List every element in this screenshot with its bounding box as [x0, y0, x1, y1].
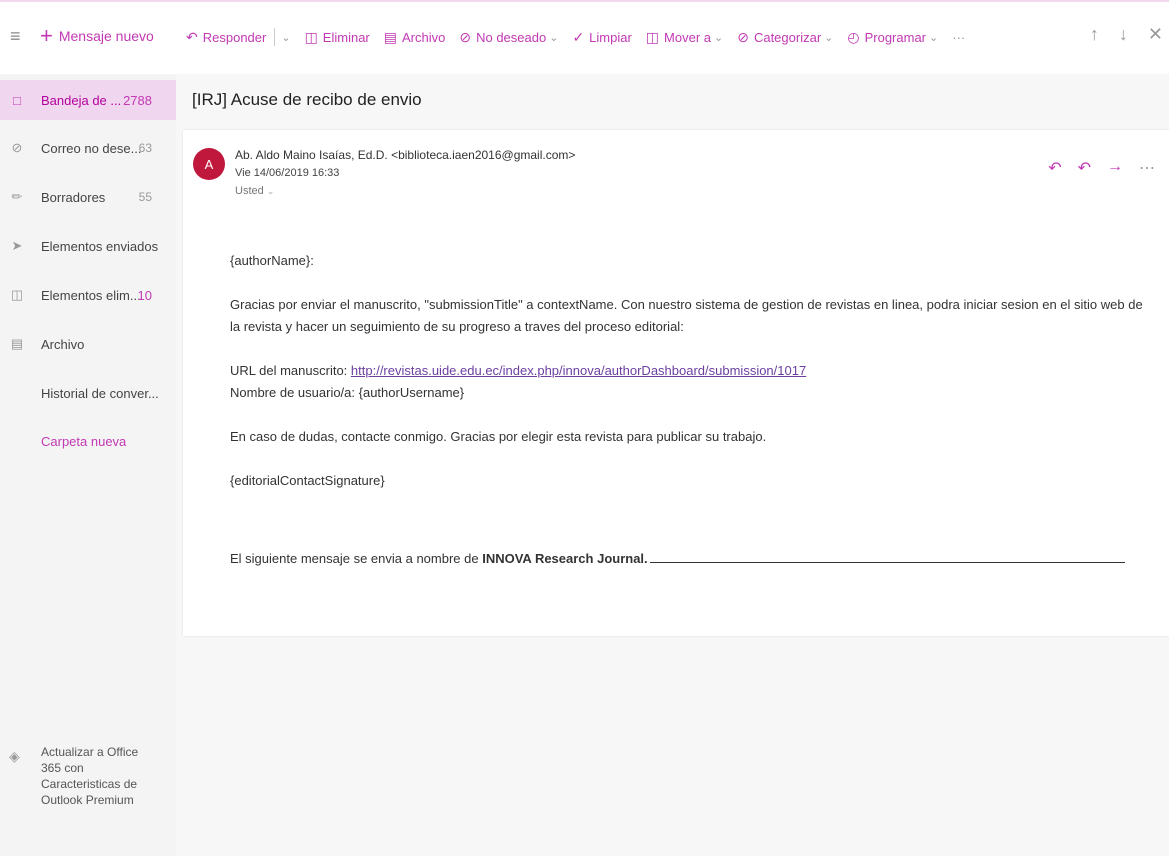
sidebar-item-label: Elementos elim... [41, 287, 141, 303]
chevron-down-icon: ⌄ [266, 186, 275, 196]
sidebar-item-conversation-history[interactable]: Historial de conver... [0, 373, 176, 413]
signature: {editorialContactSignature} [230, 473, 385, 488]
username-line: Nombre de usuario/a: {authorUsername} [230, 385, 465, 400]
sweep-label: Limpiar [589, 29, 632, 45]
recipient-label: Usted [235, 185, 264, 197]
avatar[interactable]: A [193, 148, 225, 180]
message-navigation: ↑ ↓ ✕ [1090, 24, 1163, 45]
arrow-up-icon[interactable]: ↑ [1090, 24, 1099, 45]
chevron-down-icon: ⌄ [824, 31, 834, 44]
more-actions-button[interactable]: ··· [952, 30, 965, 45]
reply-button[interactable]: ↶ Responder [186, 29, 266, 46]
sidebar-item-label: Correo no dese... [41, 140, 142, 156]
pencil-icon: ✏ [11, 189, 23, 204]
categorize-label: Categorizar [753, 29, 822, 45]
message-subject: [IRJ] Acuse de recibo de envio [192, 90, 422, 109]
clock-icon: ◴ [847, 28, 860, 45]
sidebar-item-drafts[interactable]: ✏ Borradores 55 [0, 177, 176, 217]
greeting: {authorName}: [230, 253, 314, 268]
reply-icon[interactable]: ↶ [1048, 158, 1061, 178]
toolbar-divider [274, 28, 276, 46]
underline-rule [649, 549, 1125, 563]
body-paragraph: En caso de dudas, contacte conmigo. Grac… [230, 429, 767, 444]
reply-options-dropdown[interactable]: ⌄ [281, 31, 291, 44]
reply-all-icon[interactable]: ↶ [1078, 158, 1091, 178]
message-date: Vie 14/06/2019 16:33 [235, 167, 340, 179]
broom-icon: ✓ [572, 28, 585, 45]
new-folder-label: Carpeta nueva [41, 433, 127, 449]
sender-name[interactable]: Ab. Aldo Maino Isaías, Ed.D. <biblioteca… [235, 148, 575, 162]
sidebar-item-junk[interactable]: ⊘ Correo no dese... 63 [0, 128, 176, 168]
trash-icon: ◫ [304, 28, 318, 45]
message-actions-toolbar: ↶ Responder ⌄ ◫ Eliminar ▤ Archivo ⊘ No … [186, 28, 979, 46]
sidebar-item-label: Archivo [41, 336, 85, 352]
folder-move-icon: ◫ [645, 28, 660, 45]
schedule-label: Programar [864, 29, 927, 45]
item-count: 63 [138, 141, 152, 155]
chevron-down-icon: ⌄ [549, 31, 559, 44]
more-label: ··· [952, 29, 966, 45]
reply-icon: ↶ [186, 28, 198, 45]
more-options-icon[interactable]: ⋯ [1139, 158, 1155, 178]
plus-icon: + [40, 23, 53, 48]
hamburger-menu-icon[interactable]: ≡ [10, 26, 21, 47]
delete-label: Eliminar [322, 29, 370, 45]
move-to-button[interactable]: ◫ Mover a ⌄ [646, 29, 723, 46]
sidebar-item-archive[interactable]: ▤ Archivo [0, 324, 176, 364]
sweep-button[interactable]: ✓ Limpiar [572, 29, 631, 46]
tag-icon: ⊘ [737, 28, 749, 45]
chevron-down-icon: ⌄ [714, 31, 724, 44]
schedule-button[interactable]: ◴ Programar ⌄ [847, 29, 938, 46]
manuscript-link[interactable]: http://revistas.uide.edu.ec/index.php/in… [351, 363, 806, 378]
forward-icon[interactable]: → [1107, 158, 1123, 178]
block-icon: ⊘ [459, 28, 472, 45]
new-message-label: Mensaje nuevo [58, 28, 154, 44]
diamond-icon: ◈ [9, 748, 20, 764]
inbox-icon: □ [13, 92, 21, 108]
archive-icon: ▤ [10, 336, 24, 351]
unread-count: 10 [137, 287, 152, 303]
new-folder-link[interactable]: Carpeta nueva [0, 421, 176, 461]
footer-line: El siguiente mensaje se envia a nombre d… [230, 548, 1150, 570]
sidebar-item-sent[interactable]: ➤ Elementos enviados [0, 226, 176, 266]
delete-button[interactable]: ◫ Eliminar [305, 29, 370, 46]
message-card: A Ab. Aldo Maino Isaías, Ed.D. <bibliote… [183, 130, 1169, 636]
junk-icon: ⊘ [11, 140, 23, 155]
archive-label: Archivo [402, 29, 446, 45]
folder-sidebar: □ Bandeja de ... 2788 ⊘ Correo no dese..… [0, 74, 176, 856]
move-to-label: Mover a [664, 29, 711, 45]
sidebar-item-deleted[interactable]: ◫ Elementos elim... 10 [0, 275, 176, 315]
categorize-button[interactable]: ⊘ Categorizar ⌄ [737, 29, 833, 46]
send-icon: ➤ [11, 238, 23, 253]
credentials-block: URL del manuscrito: http://revistas.uide… [230, 360, 1150, 404]
body-paragraph: Gracias por enviar el manuscrito, "submi… [230, 297, 1143, 334]
sidebar-item-label: Bandeja de ... [41, 92, 122, 108]
close-icon[interactable]: ✕ [1148, 24, 1163, 45]
journal-name: INNOVA Research Journal. [482, 551, 648, 566]
new-message-button[interactable]: + Mensaje nuevo [40, 23, 154, 48]
chevron-down-icon: ⌄ [281, 31, 291, 44]
sidebar-item-label: Borradores [41, 189, 106, 205]
top-toolbar: ≡ + Mensaje nuevo ↶ Responder ⌄ ◫ Elimin… [0, 0, 1169, 74]
footer-prefix: El siguiente mensaje se envia a nombre d… [230, 551, 483, 566]
reply-label: Responder [202, 29, 267, 45]
sidebar-item-inbox[interactable]: □ Bandeja de ... 2788 [0, 80, 176, 120]
archive-icon: ▤ [383, 28, 397, 45]
item-count: 55 [138, 190, 152, 204]
trash-icon: ◫ [10, 287, 24, 302]
upgrade-text: Actualizar a Office 365 con Caracteristi… [41, 745, 139, 807]
archive-button[interactable]: ▤ Archivo [384, 29, 446, 46]
message-body: {authorName}: Gracias por enviar el manu… [230, 250, 1150, 592]
url-label: URL del manuscrito: [230, 363, 351, 378]
unread-count: 2788 [123, 92, 152, 108]
junk-label: No deseado [476, 29, 547, 45]
chevron-down-icon: ⌄ [929, 31, 939, 44]
recipient-toggle[interactable]: Usted ⌄ [235, 185, 274, 197]
sidebar-item-label: Historial de conver... [41, 385, 159, 401]
junk-button[interactable]: ⊘ No deseado ⌄ [459, 29, 558, 46]
arrow-down-icon[interactable]: ↓ [1119, 24, 1128, 45]
message-actions: ↶ ↶ → ⋯ [1048, 158, 1155, 178]
sidebar-item-label: Elementos enviados [41, 238, 159, 254]
